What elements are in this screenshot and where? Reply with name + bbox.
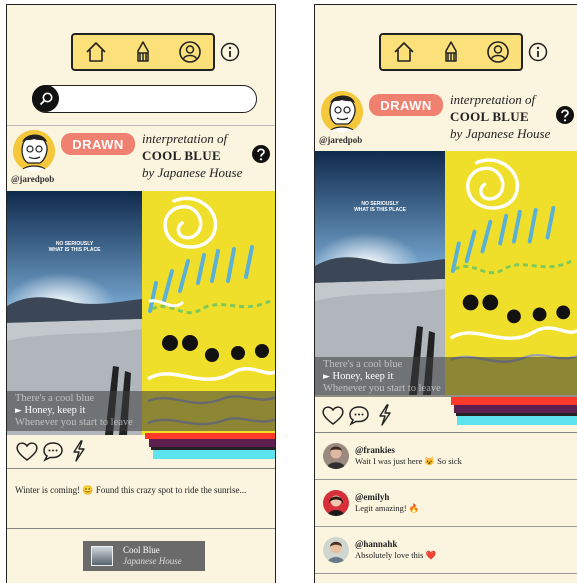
search-input[interactable]	[65, 90, 245, 108]
drawn-badge: DRAWN	[61, 133, 135, 155]
comment-item[interactable]: @frankies Wait I was just here 😺 So sick	[315, 433, 577, 480]
home-icon[interactable]	[81, 37, 111, 67]
lightning-icon[interactable]	[67, 439, 91, 463]
comment-username[interactable]: @hannahk	[355, 539, 397, 549]
color-swatch-stack	[145, 433, 275, 469]
lyric-line-current: ► Honey, keep it	[323, 371, 577, 383]
comment-item[interactable]: @emilyh Legit amazing! 🔥	[315, 480, 577, 527]
avatar-handle[interactable]: @jaredpob	[319, 135, 362, 145]
profile-icon[interactable]	[483, 37, 513, 67]
drawn-badge: DRAWN	[369, 94, 443, 116]
info-icon[interactable]	[528, 42, 548, 62]
comments-screen: @jaredpob DRAWN interpretation of COOL B…	[314, 4, 577, 583]
divider	[7, 528, 275, 529]
caption-line-2: WHAT IS THIS PLACE	[354, 207, 406, 213]
action-row	[7, 433, 275, 469]
lyric-current-text: Honey, keep it	[332, 371, 394, 382]
chip-song-title: Cool Blue	[123, 545, 160, 555]
interpretation-title: interpretation of COOL BLUE by Japanese …	[142, 130, 242, 181]
pen-nib-icon[interactable]	[436, 37, 466, 67]
comment-username[interactable]: @emilyh	[355, 492, 389, 502]
interpretation-title: interpretation of COOL BLUE by Japanese …	[450, 91, 550, 142]
search-bar	[32, 85, 257, 113]
lyrics-overlay: There's a cool blue ► Honey, keep it Whe…	[7, 391, 275, 431]
photo-caption: NO SERIOUSLY WHAT IS THIS PLACE	[7, 241, 142, 253]
comment-text: Absolutely love this ❤️	[355, 550, 437, 560]
lyric-line: Whenever you start to leave	[15, 417, 133, 428]
action-row	[315, 397, 577, 433]
song-title[interactable]: COOL BLUE	[142, 147, 242, 164]
comment-icon[interactable]	[347, 403, 371, 427]
help-icon[interactable]	[251, 144, 271, 164]
play-marker-icon: ►	[15, 406, 22, 416]
feed-screen: @jaredpob DRAWN interpretation of COOL B…	[6, 4, 276, 583]
heart-icon[interactable]	[321, 403, 345, 427]
search-icon[interactable]	[32, 85, 59, 112]
caption-line-2: WHAT IS THIS PLACE	[48, 247, 101, 253]
comment-item[interactable]: @hannahk Absolutely love this ❤️	[315, 527, 577, 574]
post-description: Winter is coming! 😊 Found this crazy spo…	[15, 485, 247, 495]
heart-icon[interactable]	[15, 439, 39, 463]
avatar-handle[interactable]: @jaredpob	[11, 174, 54, 184]
play-marker-icon: ►	[323, 372, 330, 382]
lightning-icon[interactable]	[373, 403, 397, 427]
album-art	[91, 546, 113, 566]
lyric-line: There's a cool blue	[15, 393, 95, 404]
lyric-line: Whenever you start to leave	[323, 383, 441, 394]
photo-caption: NO SERIOUSLY WHAT IS THIS PLACE	[315, 201, 445, 213]
lyric-line: There's a cool blue	[323, 359, 403, 370]
avatar[interactable]	[13, 130, 55, 172]
top-nav	[379, 33, 523, 71]
artist-line[interactable]: by Japanese House	[142, 164, 242, 181]
help-icon[interactable]	[555, 105, 575, 125]
interpretation-prefix: interpretation of	[142, 131, 228, 146]
comment-username[interactable]: @frankies	[355, 445, 395, 455]
color-swatch-stack	[451, 397, 577, 431]
pen-nib-icon[interactable]	[128, 37, 158, 67]
post-header: @jaredpob DRAWN interpretation of COOL B…	[315, 87, 577, 151]
info-icon[interactable]	[220, 42, 240, 62]
avatar[interactable]	[323, 443, 349, 469]
post-header: @jaredpob DRAWN interpretation of COOL B…	[7, 125, 275, 189]
interpretation-prefix: interpretation of	[450, 92, 536, 107]
lyrics-overlay: There's a cool blue ► Honey, keep it Whe…	[315, 357, 577, 397]
avatar[interactable]	[321, 91, 363, 133]
avatar[interactable]	[323, 537, 349, 563]
chip-text: Cool Blue Japanese House	[123, 545, 182, 567]
profile-icon[interactable]	[175, 37, 205, 67]
comment-text: Wait I was just here 😺 So sick	[355, 456, 462, 466]
top-nav	[71, 33, 215, 71]
chip-artist: Japanese House	[123, 556, 182, 566]
avatar[interactable]	[323, 490, 349, 516]
lyric-current-text: Honey, keep it	[24, 405, 86, 416]
song-chip[interactable]: Cool Blue Japanese House	[83, 541, 205, 571]
comment-text: Legit amazing! 🔥	[355, 503, 420, 513]
lyric-line-current: ► Honey, keep it	[15, 405, 275, 417]
home-icon[interactable]	[389, 37, 419, 67]
artist-line[interactable]: by Japanese House	[450, 125, 550, 142]
song-title[interactable]: COOL BLUE	[450, 108, 550, 125]
comment-icon[interactable]	[41, 439, 65, 463]
